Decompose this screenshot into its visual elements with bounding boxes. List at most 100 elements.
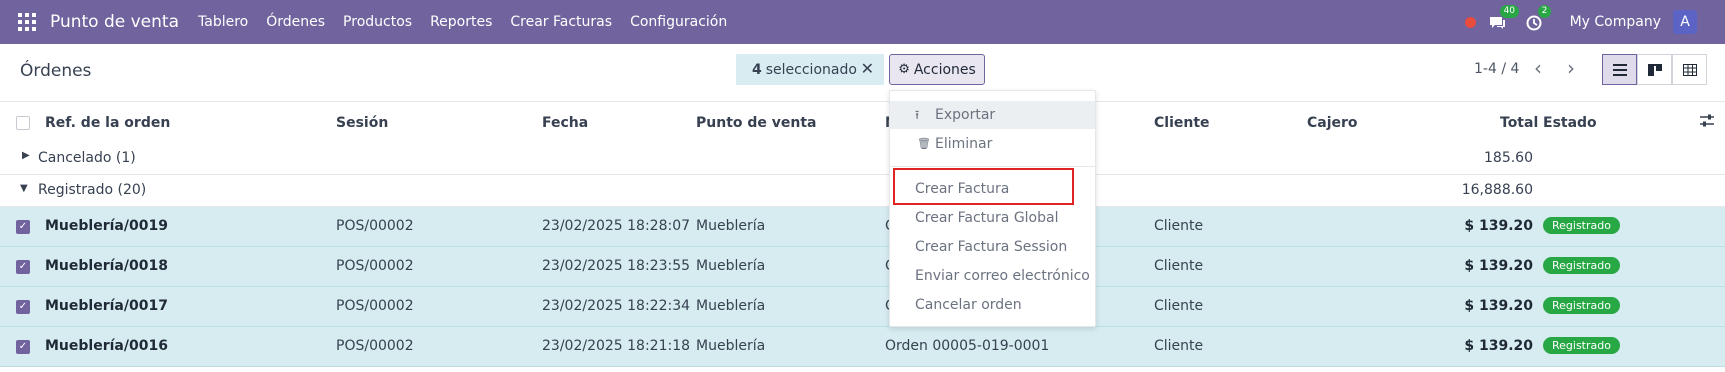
clear-selection-close-icon[interactable]: ✕ bbox=[861, 59, 874, 78]
group-label: Cancelado (1) bbox=[38, 150, 136, 166]
row-date: 23/02/2025 18:21:18 bbox=[542, 338, 691, 354]
row-date: 23/02/2025 18:22:34 bbox=[542, 298, 691, 314]
pivot-view-icon[interactable] bbox=[1672, 54, 1707, 85]
header-ref[interactable]: Ref. de la orden bbox=[45, 115, 170, 131]
table-row[interactable]: ✓ Mueblería/0018 POS/00002 23/02/2025 18… bbox=[0, 247, 1725, 287]
menu-item-productos[interactable]: Productos bbox=[334, 14, 421, 30]
menu-item-enviar-correo[interactable]: Enviar correo electrónico bbox=[890, 262, 1095, 290]
menu-item-tablero[interactable]: Tablero bbox=[189, 14, 257, 30]
row-pos: Mueblería bbox=[696, 338, 766, 354]
row-ref: Mueblería/0019 bbox=[45, 218, 168, 234]
header-date[interactable]: Fecha bbox=[542, 115, 588, 131]
header-cashier[interactable]: Cajero bbox=[1307, 115, 1358, 131]
menu-item-crear-factura-session[interactable]: Crear Factura Session bbox=[890, 233, 1095, 261]
row-date: 23/02/2025 18:28:07 bbox=[542, 218, 691, 234]
status-badge: Registrado bbox=[1543, 337, 1620, 354]
dropdown-divider bbox=[890, 166, 1095, 167]
kanban-view-icon[interactable] bbox=[1637, 54, 1672, 85]
row-total: $ 139.20 bbox=[1464, 218, 1533, 234]
menu-item-ordenes[interactable]: Órdenes bbox=[257, 14, 334, 30]
table-row[interactable]: ✓ Mueblería/0016 POS/00002 23/02/2025 18… bbox=[0, 327, 1725, 367]
menu-item-cancelar-orden[interactable]: Cancelar orden bbox=[890, 291, 1095, 319]
list-view-icon[interactable] bbox=[1602, 54, 1637, 85]
group-row-registrado[interactable]: ▼ Registrado (20) 16,888.60 bbox=[0, 175, 1725, 207]
app-name[interactable]: Punto de venta bbox=[50, 12, 179, 32]
row-pos: Mueblería bbox=[696, 218, 766, 234]
select-all-checkbox[interactable] bbox=[16, 116, 30, 130]
status-badge: Registrado bbox=[1543, 257, 1620, 274]
header-total[interactable]: Total bbox=[1500, 115, 1538, 131]
table-header: Ref. de la orden Sesión Fecha Punto de v… bbox=[0, 103, 1725, 143]
row-customer: Cliente bbox=[1154, 338, 1204, 354]
actions-label: Acciones bbox=[913, 61, 976, 78]
trash-icon: 🗑 bbox=[917, 137, 931, 150]
row-checkbox[interactable]: ✓ bbox=[16, 300, 30, 314]
selection-indicator: 4 seleccionado ✕ bbox=[736, 54, 884, 85]
menu-item-configuracion[interactable]: Configuración bbox=[621, 14, 736, 30]
row-checkbox[interactable]: ✓ bbox=[16, 220, 30, 234]
row-ref: Mueblería/0016 bbox=[45, 338, 168, 354]
company-switcher[interactable]: My Company bbox=[1570, 14, 1661, 30]
row-total: $ 139.20 bbox=[1464, 298, 1533, 314]
control-panel: Órdenes 4 seleccionado ✕ ⚙ Acciones 1-4 … bbox=[0, 44, 1725, 102]
row-number: Orden 00005-019-0001 bbox=[885, 338, 1050, 354]
messages-icon[interactable]: 40 bbox=[1488, 5, 1520, 32]
status-badge: Registrado bbox=[1543, 297, 1620, 314]
highlight-box bbox=[893, 168, 1074, 205]
row-customer: Cliente bbox=[1154, 298, 1204, 314]
row-session: POS/00002 bbox=[336, 338, 414, 354]
selected-count: 4 bbox=[752, 61, 762, 78]
actions-button[interactable]: ⚙ Acciones bbox=[889, 54, 985, 85]
menu-item-eliminar[interactable]: 🗑 Eliminar bbox=[890, 130, 1095, 158]
row-session: POS/00002 bbox=[336, 218, 414, 234]
row-pos: Mueblería bbox=[696, 258, 766, 274]
row-checkbox[interactable]: ✓ bbox=[16, 260, 30, 274]
menu-item-reportes[interactable]: Reportes bbox=[421, 14, 501, 30]
user-avatar[interactable]: A bbox=[1673, 10, 1697, 34]
row-customer: Cliente bbox=[1154, 258, 1204, 274]
main-menu: Tablero Órdenes Productos Reportes Crear… bbox=[189, 14, 736, 30]
activity-clock-icon[interactable]: 2 bbox=[1526, 5, 1552, 32]
navbar-systray: 40 2 My Company A bbox=[1464, 0, 1725, 44]
pager-next-chevron-right-icon[interactable]: › bbox=[1556, 54, 1586, 85]
group-row-cancelado[interactable]: ▶ Cancelado (1) 185.60 bbox=[0, 143, 1725, 175]
menu-item-crear-facturas[interactable]: Crear Facturas bbox=[501, 14, 621, 30]
recording-dot-icon[interactable] bbox=[1464, 16, 1476, 28]
apps-grid-icon[interactable] bbox=[18, 13, 36, 31]
top-navbar: Punto de venta Tablero Órdenes Productos… bbox=[0, 0, 1725, 44]
optional-columns-sliders-icon[interactable] bbox=[1700, 114, 1714, 132]
menu-item-eliminar-label: Eliminar bbox=[935, 136, 993, 152]
header-customer[interactable]: Cliente bbox=[1154, 115, 1210, 131]
table-row[interactable]: ✓ Mueblería/0019 POS/00002 23/02/2025 18… bbox=[0, 207, 1725, 247]
group-label: Registrado (20) bbox=[38, 182, 147, 198]
pager-previous-chevron-left-icon[interactable]: ‹ bbox=[1523, 54, 1553, 85]
status-badge: Registrado bbox=[1543, 217, 1620, 234]
row-session: POS/00002 bbox=[336, 298, 414, 314]
page-title: Órdenes bbox=[20, 61, 92, 81]
pager-value[interactable]: 1-4 / 4 bbox=[1474, 61, 1519, 77]
gear-icon: ⚙ bbox=[898, 62, 910, 77]
row-ref: Mueblería/0017 bbox=[45, 298, 168, 314]
row-ref: Mueblería/0018 bbox=[45, 258, 168, 274]
row-pos: Mueblería bbox=[696, 298, 766, 314]
row-customer: Cliente bbox=[1154, 218, 1204, 234]
activities-count-badge: 2 bbox=[1537, 5, 1552, 18]
upload-icon: ⭱ bbox=[915, 108, 920, 122]
messages-count-badge: 40 bbox=[1499, 5, 1520, 18]
menu-item-exportar[interactable]: ⭱ Exportar bbox=[890, 101, 1095, 129]
row-session: POS/00002 bbox=[336, 258, 414, 274]
selected-text: seleccionado bbox=[765, 61, 857, 78]
row-total: $ 139.20 bbox=[1464, 258, 1533, 274]
row-date: 23/02/2025 18:23:55 bbox=[542, 258, 691, 274]
header-status[interactable]: Estado bbox=[1543, 115, 1597, 131]
header-pos[interactable]: Punto de venta bbox=[696, 115, 817, 131]
menu-item-exportar-label: Exportar bbox=[935, 107, 996, 123]
header-session[interactable]: Sesión bbox=[336, 115, 388, 131]
menu-item-crear-factura-global[interactable]: Crear Factura Global bbox=[890, 204, 1095, 232]
caret-right-icon: ▶ bbox=[22, 150, 30, 161]
row-total: $ 139.20 bbox=[1464, 338, 1533, 354]
caret-down-icon: ▼ bbox=[20, 183, 28, 194]
actions-dropdown-menu: ⭱ Exportar 🗑 Eliminar Crear Factura Crea… bbox=[889, 90, 1096, 327]
row-checkbox[interactable]: ✓ bbox=[16, 340, 30, 354]
table-row[interactable]: ✓ Mueblería/0017 POS/00002 23/02/2025 18… bbox=[0, 287, 1725, 327]
